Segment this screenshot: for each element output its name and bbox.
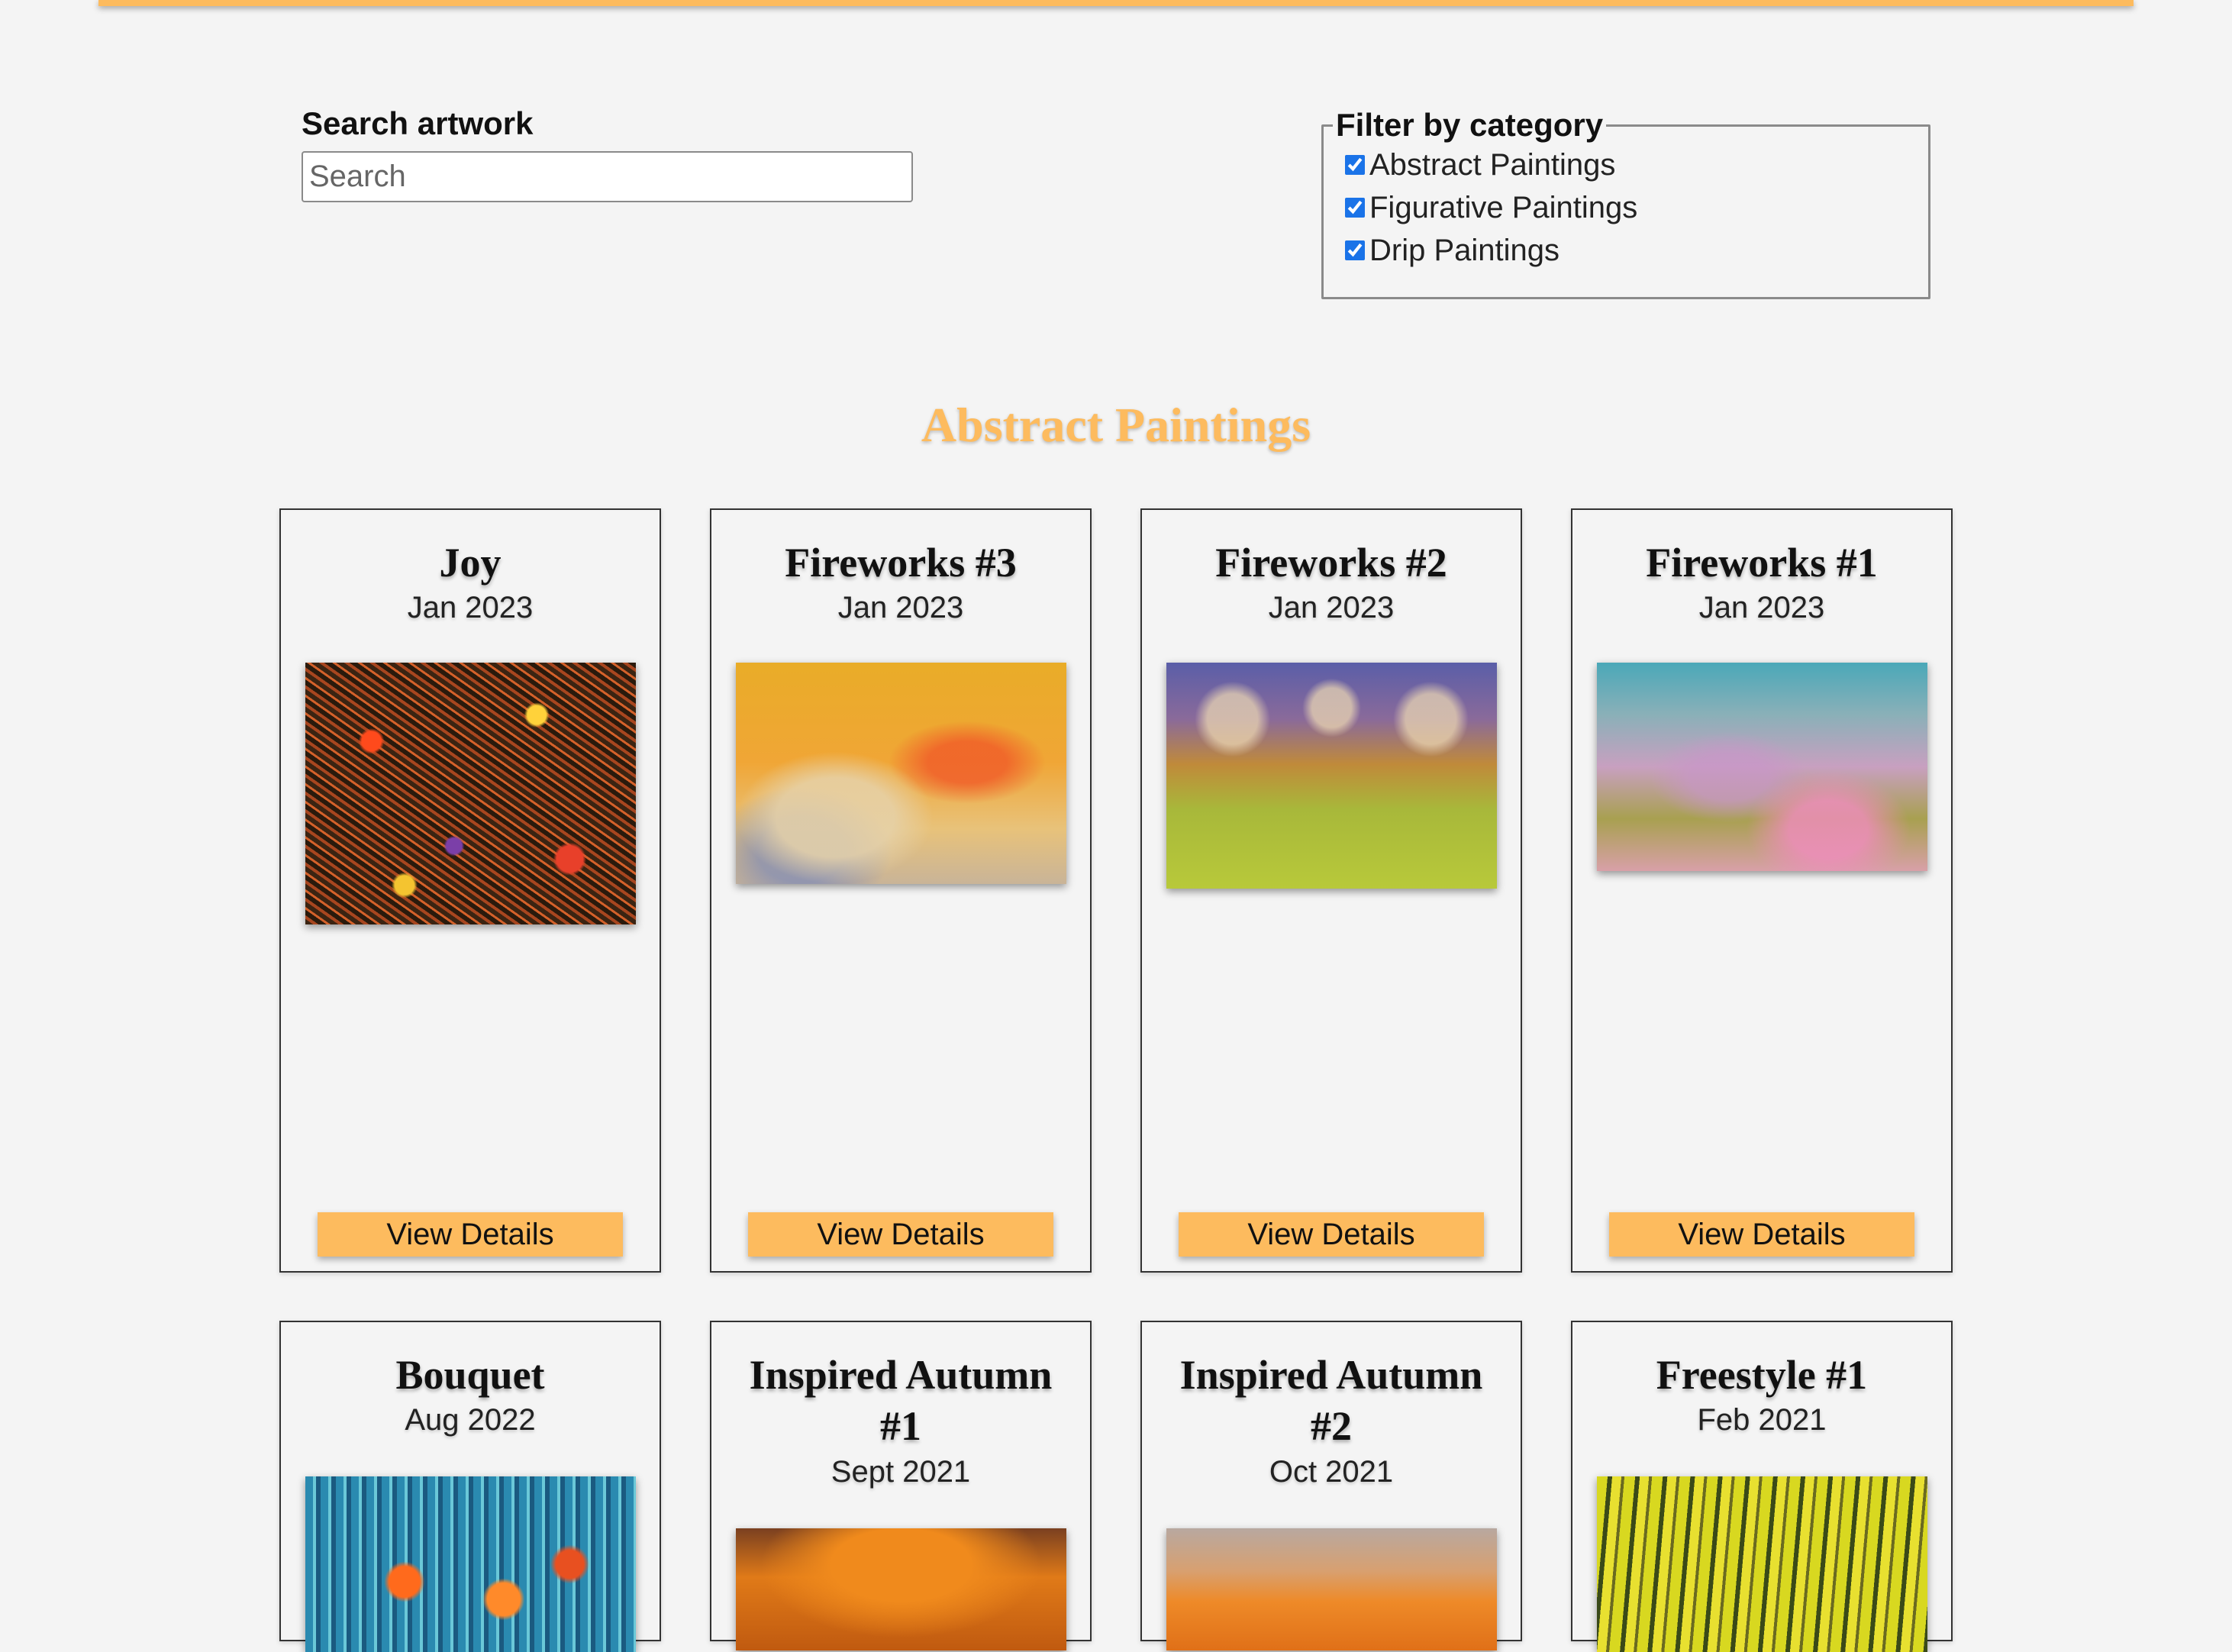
artwork-image[interactable]: [1166, 663, 1497, 889]
artwork-image[interactable]: [305, 663, 636, 924]
artwork-date: Oct 2021: [1269, 1455, 1394, 1489]
artwork-date: Jan 2023: [837, 591, 964, 624]
artwork-card: Joy Jan 2023 View Details: [279, 508, 661, 1273]
artwork-date: Feb 2021: [1697, 1403, 1827, 1437]
section-title: Abstract Paintings: [921, 398, 1311, 452]
filter-option-label: Drip Paintings: [1369, 233, 1560, 267]
artwork-date: Jan 2023: [1698, 591, 1825, 624]
artwork-card: Bouquet Aug 2022: [279, 1321, 661, 1652]
filter-legend: Filter by category: [1336, 107, 1604, 143]
drip-checkbox[interactable]: [1345, 240, 1365, 260]
artwork-title: Bouquet: [395, 1352, 545, 1398]
filter-option-label: Figurative Paintings: [1369, 190, 1638, 224]
artwork-image[interactable]: [1597, 1476, 1927, 1652]
filter-option-drip[interactable]: Drip Paintings: [1345, 229, 1928, 272]
artwork-image[interactable]: [1597, 663, 1927, 871]
abstract-checkbox[interactable]: [1345, 155, 1365, 175]
artwork-title: Joy: [439, 540, 502, 586]
artwork-date: Jan 2023: [407, 591, 534, 624]
figurative-checkbox[interactable]: [1345, 198, 1365, 218]
search-input[interactable]: [302, 151, 913, 202]
artwork-image[interactable]: [305, 1476, 636, 1652]
top-accent-bar: [98, 0, 2134, 6]
artwork-image[interactable]: [736, 663, 1066, 884]
artwork-image[interactable]: [1166, 1528, 1497, 1650]
artwork-card: Inspired Autumn #2 Oct 2021: [1140, 1321, 1522, 1650]
artwork-date: Sept 2021: [831, 1455, 971, 1489]
artwork-title: Fireworks #1: [1646, 540, 1878, 586]
search-label: Search artwork: [302, 105, 534, 141]
view-details-button[interactable]: View Details: [1179, 1212, 1484, 1257]
view-details-button[interactable]: View Details: [318, 1212, 623, 1257]
filter-option-abstract[interactable]: Abstract Paintings: [1345, 144, 1928, 186]
artwork-date: Jan 2023: [1268, 591, 1395, 624]
view-details-button[interactable]: View Details: [1609, 1212, 1914, 1257]
search-section: Search artwork: [302, 105, 914, 202]
artwork-title: Inspired Autumn #1: [749, 1352, 1053, 1449]
artwork-title: Freestyle #1: [1656, 1352, 1868, 1398]
artwork-card: Fireworks #3 Jan 2023 View Details: [710, 508, 1092, 1273]
artwork-card: Fireworks #2 Jan 2023 View Details: [1140, 508, 1522, 1273]
artwork-date: Aug 2022: [405, 1403, 536, 1437]
artwork-title: Fireworks #2: [1215, 540, 1447, 586]
artwork-image[interactable]: [736, 1528, 1066, 1650]
artwork-title: Fireworks #3: [785, 540, 1017, 586]
artwork-card: Freestyle #1 Feb 2021: [1571, 1321, 1953, 1652]
filter-option-label: Abstract Paintings: [1369, 147, 1616, 182]
artwork-title: Inspired Autumn #2: [1179, 1352, 1483, 1449]
category-filter: Filter by category Abstract Paintings Fi…: [1321, 107, 1930, 299]
filter-option-figurative[interactable]: Figurative Paintings: [1345, 186, 1928, 229]
artwork-card: Fireworks #1 Jan 2023 View Details: [1571, 508, 1953, 1273]
view-details-button[interactable]: View Details: [748, 1212, 1053, 1257]
artwork-card: Inspired Autumn #1 Sept 2021: [710, 1321, 1092, 1650]
